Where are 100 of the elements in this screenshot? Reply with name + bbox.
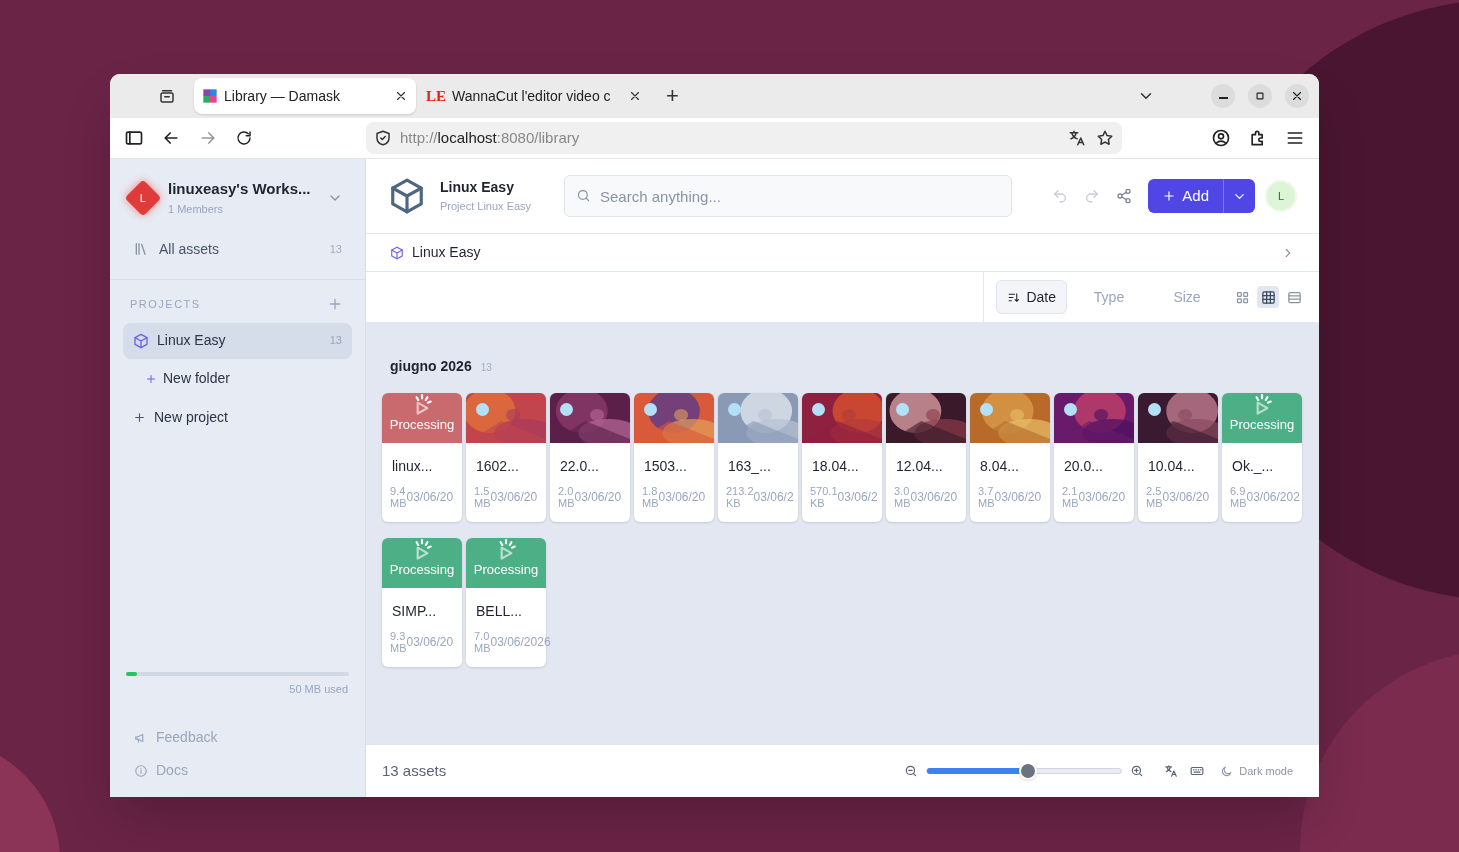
group-title: giugno 2026 [390, 357, 472, 376]
search-icon [576, 188, 591, 203]
asset-name: 8.04... [979, 457, 1020, 476]
status-label: Processing [1229, 418, 1295, 431]
zoom-out-icon[interactable] [904, 764, 919, 778]
file-date: 03/06/20 [406, 635, 454, 649]
file-date: 03/06/20 [574, 490, 622, 504]
minimize-button[interactable] [1211, 84, 1235, 108]
url-text: http://localhost:8080/library [400, 127, 581, 148]
file-size: 1.5 MB [474, 485, 491, 510]
account-icon[interactable] [1211, 128, 1231, 148]
plus-icon [133, 411, 146, 424]
file-size: 2.0 MB [558, 485, 575, 510]
sort-button[interactable]: Date [996, 280, 1067, 314]
plus-icon [1162, 189, 1177, 203]
file-size: 213.2 KB [726, 485, 754, 510]
status-label: Processing [473, 563, 539, 576]
asset-name: 22.0... [559, 457, 600, 476]
tab-logo: LE [426, 88, 446, 104]
address-bar[interactable]: http://localhost:8080/library [366, 122, 1122, 154]
section-heading: PROJECTS [130, 297, 202, 312]
status-label: Processing [389, 563, 455, 576]
file-size: 3.7 MB [978, 485, 995, 510]
close-button[interactable] [1285, 84, 1309, 108]
close-icon[interactable] [394, 89, 408, 103]
star-icon[interactable] [1096, 129, 1114, 147]
asset-name: 18.04... [811, 457, 860, 476]
grid-small-icon [1234, 289, 1250, 305]
file-date: 03/06/20 [910, 490, 958, 504]
file-size: 9.4 MB [390, 485, 407, 510]
translate-icon[interactable] [1068, 129, 1086, 147]
tab-title: Library — Damask [224, 86, 341, 106]
file-date: 03/06/20 [994, 490, 1042, 504]
new-tab-button[interactable]: + [666, 85, 679, 107]
file-size: 1.8 MB [642, 485, 659, 510]
add-menu-button[interactable] [1223, 179, 1255, 213]
new-project-button[interactable]: New project [133, 405, 365, 430]
asset-name: 1503... [643, 457, 688, 476]
translate-icon[interactable] [1164, 764, 1179, 778]
workspace-name[interactable]: linuxeasy's Works... [168, 178, 317, 201]
file-size: 7.0 MB [474, 630, 491, 655]
cube-icon [390, 245, 404, 260]
keyboard-icon[interactable] [1190, 764, 1205, 778]
view-toggle[interactable] [1257, 286, 1279, 308]
browser-tab[interactable]: LE WannaCut l'editor video c [416, 78, 652, 114]
file-size: 6.9 MB [1230, 485, 1247, 510]
file-date: 03/06/202 [1246, 490, 1300, 504]
minimize-icon [1218, 97, 1228, 99]
tabs-icon[interactable] [158, 87, 176, 105]
user-avatar[interactable]: L [1265, 180, 1297, 212]
asset-name: 1602... [475, 457, 520, 476]
cube-icon [133, 332, 149, 349]
file-size: 9.3 MB [390, 630, 407, 655]
file-date: 03/06/2 [837, 490, 878, 504]
asset-name: Ok._... [1231, 457, 1275, 476]
asset-count: 13 assets [382, 760, 448, 781]
asset-name: 12.04... [895, 457, 944, 476]
status-label: Processing [389, 418, 455, 431]
asset-name: 20.0... [1063, 457, 1104, 476]
group-count: 13 [480, 361, 492, 375]
breadcrumb-link[interactable]: Linux Easy [412, 242, 1273, 263]
reload-icon[interactable] [235, 129, 253, 147]
sidebar-icon[interactable] [124, 128, 144, 148]
cube-icon [388, 177, 426, 215]
asset-name: SIMP... [391, 602, 438, 621]
books-icon [133, 241, 149, 257]
close-icon [1290, 89, 1304, 103]
zoom-in-icon[interactable] [1130, 764, 1145, 778]
maximize-button[interactable] [1248, 84, 1272, 108]
sort-icon [1007, 290, 1021, 304]
list-icon [1286, 289, 1302, 305]
project-subtitle: Project Linux Easy [440, 199, 533, 215]
new-folder-button[interactable]: New folder [145, 366, 365, 391]
file-date: 03/06/20 [658, 490, 706, 504]
shield-icon [374, 129, 392, 147]
maximize-icon [1253, 89, 1267, 103]
add-button[interactable]: Add [1148, 179, 1223, 213]
browser-tab[interactable]: Library — Damask [194, 78, 416, 114]
close-icon[interactable] [628, 89, 642, 103]
members-count: 1 Members [168, 201, 225, 217]
slider-thumb[interactable] [1019, 762, 1038, 780]
file-date: 03/06/2 [753, 490, 794, 504]
search-field[interactable]: Search anything... [564, 175, 1012, 217]
file-date: 03/06/20 [490, 490, 538, 504]
plus-icon [145, 372, 157, 385]
grid-icon [1260, 289, 1276, 305]
tab-title: WannaCut l'editor video c [452, 86, 612, 106]
asset-name: linux... [391, 457, 434, 476]
all-assets-item[interactable]: All assets 13 [123, 231, 352, 267]
asset-name: 163_... [727, 457, 772, 476]
share-icon[interactable] [1116, 188, 1133, 204]
file-date: 03/06/20 [406, 490, 454, 504]
project-item[interactable]: Linux Easy 13 [123, 322, 352, 359]
storage-label: 50 MB used [289, 681, 348, 697]
info-icon [134, 763, 148, 778]
asset-name: 10.04... [1147, 457, 1196, 476]
project-title: Linux Easy [440, 178, 515, 198]
file-size: 570.1 KB [810, 485, 838, 510]
file-date: 03/06/20 [1162, 490, 1210, 504]
file-date: 03/06/20 [1078, 490, 1126, 504]
